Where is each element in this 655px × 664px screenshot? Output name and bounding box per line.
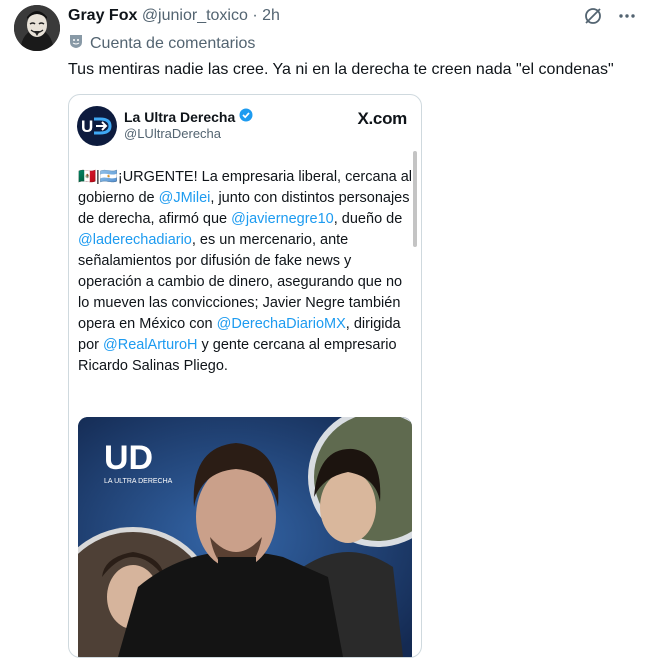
more-icon[interactable] [617,6,637,31]
flags: 🇲🇽|🇦🇷 [78,169,118,185]
account-badge-icon [68,33,84,54]
tweet-header: Gray Fox @junior_toxico · 2h [68,7,280,25]
avatar-image [14,5,60,51]
site-label: X.com [357,109,407,128]
header-separator: · [247,7,263,24]
card-name-text: La Ultra Derecha [124,108,236,125]
mention-link: @javiernegre10 [231,211,334,227]
avatar[interactable] [14,5,60,51]
card-body-text: 🇲🇽|🇦🇷¡URGENTE! La empresaria liberal, ce… [78,167,413,377]
mention-link: @DerechaDiarioMX [216,316,346,332]
display-name[interactable]: Gray Fox [68,7,137,24]
timestamp[interactable]: 2h [262,7,280,24]
mention-link: @laderechadiario [78,232,192,248]
card-handle: @LUltraDerecha [124,126,222,141]
account-label: Cuenta de comentarios [68,33,255,54]
mention-link: @JMilei [158,190,211,206]
tweet-actions-top [583,6,637,31]
image-logo-subtitle: LA ULTRA DERECHA [104,478,173,485]
user-handle[interactable]: @junior_toxico [142,7,248,24]
quoted-screenshot[interactable]: U La Ultra Derecha @LUltraDerecha X.com … [68,94,422,658]
verified-badge-icon [239,108,253,125]
image-logo-text: UD [104,439,153,477]
account-type-text: Cuenta de comentarios [90,34,256,52]
card-display-name: La Ultra Derecha [124,108,253,125]
body-part: , dueño de [333,211,403,227]
grok-icon[interactable] [583,6,603,31]
scrollbar [413,151,417,247]
ud-logo-icon: U [77,106,117,146]
mention-link: @RealArturoH [103,337,198,353]
tweet-text: Tus mentiras nadie las cree. Ya ni en la… [68,61,614,78]
news-image: UD LA ULTRA DERECHA [78,417,412,657]
svg-text:U: U [81,117,93,136]
